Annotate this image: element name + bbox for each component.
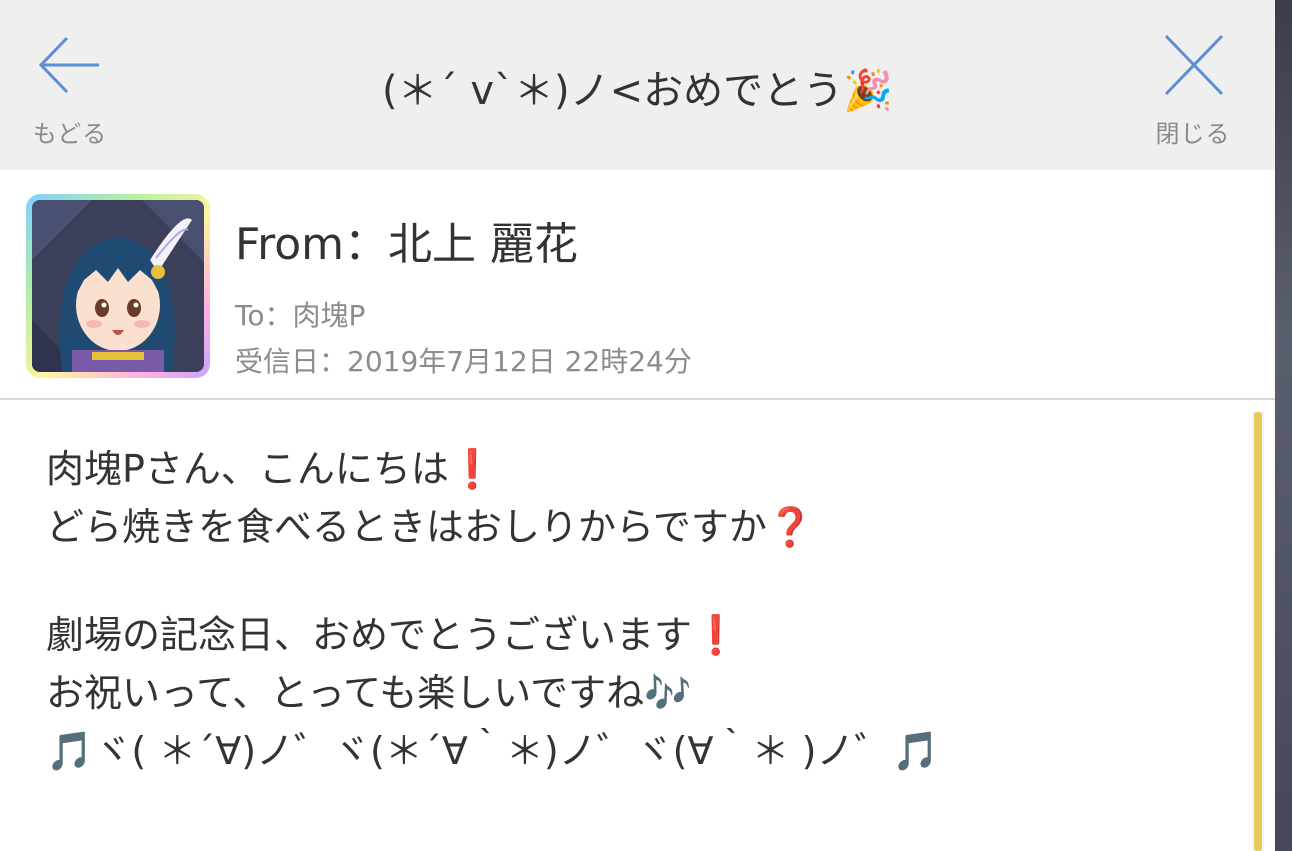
- message-line: どら焼きを食べるときはおしりからですか❓: [46, 505, 815, 549]
- back-label: もどる: [32, 120, 108, 148]
- page-title: (＊´ v`＊)ノ<おめでとう🎉: [382, 68, 893, 114]
- message-line: 劇場の記念日、おめでとうございます❗: [46, 613, 740, 657]
- avatar-portrait: [32, 200, 204, 372]
- scrollbar[interactable]: [1252, 412, 1264, 851]
- header-bar: もどる (＊´ v`＊)ノ<おめでとう🎉 閉じる: [0, 0, 1275, 170]
- arrow-left-icon: [38, 36, 99, 94]
- back-button[interactable]: もどる: [10, 30, 130, 160]
- sender-name: From：北上 麗花: [235, 219, 578, 270]
- avatar-frame: [26, 194, 210, 378]
- recipient: To：肉塊P: [235, 299, 366, 332]
- close-icon: [1164, 34, 1224, 96]
- message-line: お祝いって、とっても楽しいですね🎶: [46, 671, 692, 715]
- message-line: 🎵ヾ( ＊´∀)ノ゛ヾ(＊´∀｀＊)ノ゛ヾ(∀｀＊ )ノ゛🎵: [46, 729, 940, 773]
- received-date: 受信日：2019年7月12日 22時24分: [235, 345, 692, 378]
- close-button[interactable]: 閉じる: [1133, 30, 1253, 160]
- scrollbar-thumb[interactable]: [1254, 412, 1262, 851]
- background-edge: [1275, 0, 1292, 851]
- close-label: 閉じる: [1155, 120, 1231, 148]
- message-gap: [46, 556, 1236, 606]
- avatar: [32, 200, 204, 372]
- message-line: 肉塊Pさん、こんにちは❗: [46, 447, 497, 491]
- sender-info: From：北上 麗花 To：肉塊P 受信日：2019年7月12日 22時24分: [0, 170, 1275, 400]
- message-body: 肉塊Pさん、こんにちは❗ どら焼きを食べるときはおしりからですか❓ 劇場の記念日…: [46, 440, 1236, 780]
